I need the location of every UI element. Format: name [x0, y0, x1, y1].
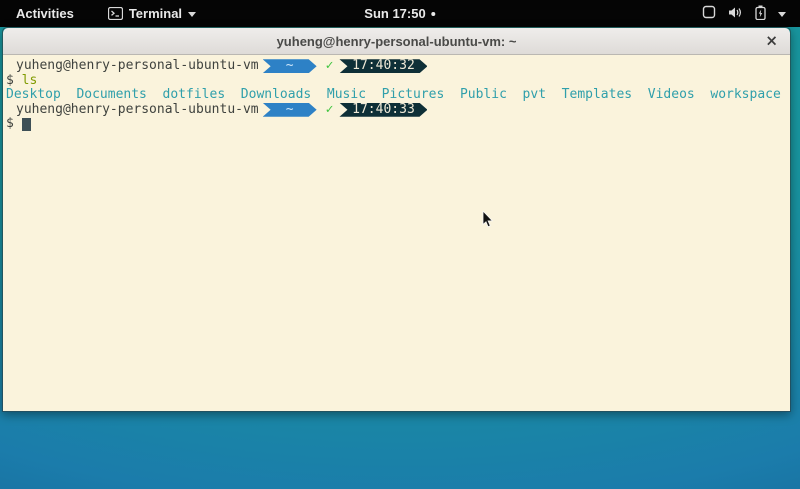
activities-button[interactable]: Activities: [10, 6, 80, 21]
directory-item: Documents: [76, 88, 146, 103]
prompt-path-segment: ~: [263, 103, 317, 117]
app-menu-button[interactable]: Terminal: [108, 6, 196, 21]
directory-item: Videos: [648, 88, 695, 103]
check-icon: ✓: [326, 103, 334, 118]
text-cursor: [22, 118, 31, 131]
directory-item: dotfiles: [163, 88, 226, 103]
directory-item: Public: [460, 88, 507, 103]
prompt-user: yuheng@henry-personal-ubuntu-vm: [16, 59, 259, 74]
prompt-time-segment: 17:40:32: [339, 59, 427, 73]
battery-charging-icon: [755, 5, 766, 23]
window-title-bar[interactable]: yuheng@henry-personal-ubuntu-vm: ~ ×: [3, 28, 790, 55]
app-menu-label: Terminal: [129, 6, 182, 21]
command-line: $ ls: [6, 74, 787, 89]
input-line: $: [6, 117, 787, 132]
clock-label: Sun 17:50: [364, 6, 425, 21]
directory-item: Downloads: [241, 88, 311, 103]
prompt-user: yuheng@henry-personal-ubuntu-vm: [16, 103, 259, 118]
command-text: ls: [22, 74, 38, 89]
ls-output-line: Desktop Documents dotfiles Downloads Mus…: [6, 88, 787, 103]
terminal-icon: [108, 7, 123, 20]
directory-item: Pictures: [382, 88, 445, 103]
clock-button[interactable]: Sun 17:50: [364, 6, 435, 21]
close-button[interactable]: ×: [765, 34, 778, 49]
volume-icon: [728, 6, 743, 22]
window-title: yuheng@henry-personal-ubuntu-vm: ~: [277, 34, 517, 49]
terminal-window: yuheng@henry-personal-ubuntu-vm: ~ × yuh…: [2, 27, 791, 412]
display-icon: [702, 5, 716, 22]
check-icon: ✓: [326, 59, 334, 74]
system-tray-button[interactable]: [702, 5, 786, 23]
directory-item: Desktop: [6, 88, 61, 103]
chevron-down-icon: [188, 12, 196, 17]
terminal-body[interactable]: yuheng@henry-personal-ubuntu-vm ~ ✓ 17:4…: [3, 55, 790, 411]
prompt-line: yuheng@henry-personal-ubuntu-vm ~ ✓ 17:4…: [6, 59, 787, 74]
prompt-symbol: $: [6, 74, 14, 89]
directory-item: pvt: [523, 88, 546, 103]
directory-item: Templates: [562, 88, 632, 103]
directory-item: Music: [327, 88, 366, 103]
notification-dot: [432, 12, 436, 16]
prompt-time-segment: 17:40:33: [339, 103, 427, 117]
prompt-path-segment: ~: [263, 59, 317, 73]
directory-item: workspace: [710, 88, 780, 103]
prompt-symbol: $: [6, 117, 14, 132]
chevron-down-icon: [778, 12, 786, 17]
top-bar: Activities Terminal Sun 17:50: [0, 0, 800, 27]
prompt-line: yuheng@henry-personal-ubuntu-vm ~ ✓ 17:4…: [6, 103, 787, 118]
